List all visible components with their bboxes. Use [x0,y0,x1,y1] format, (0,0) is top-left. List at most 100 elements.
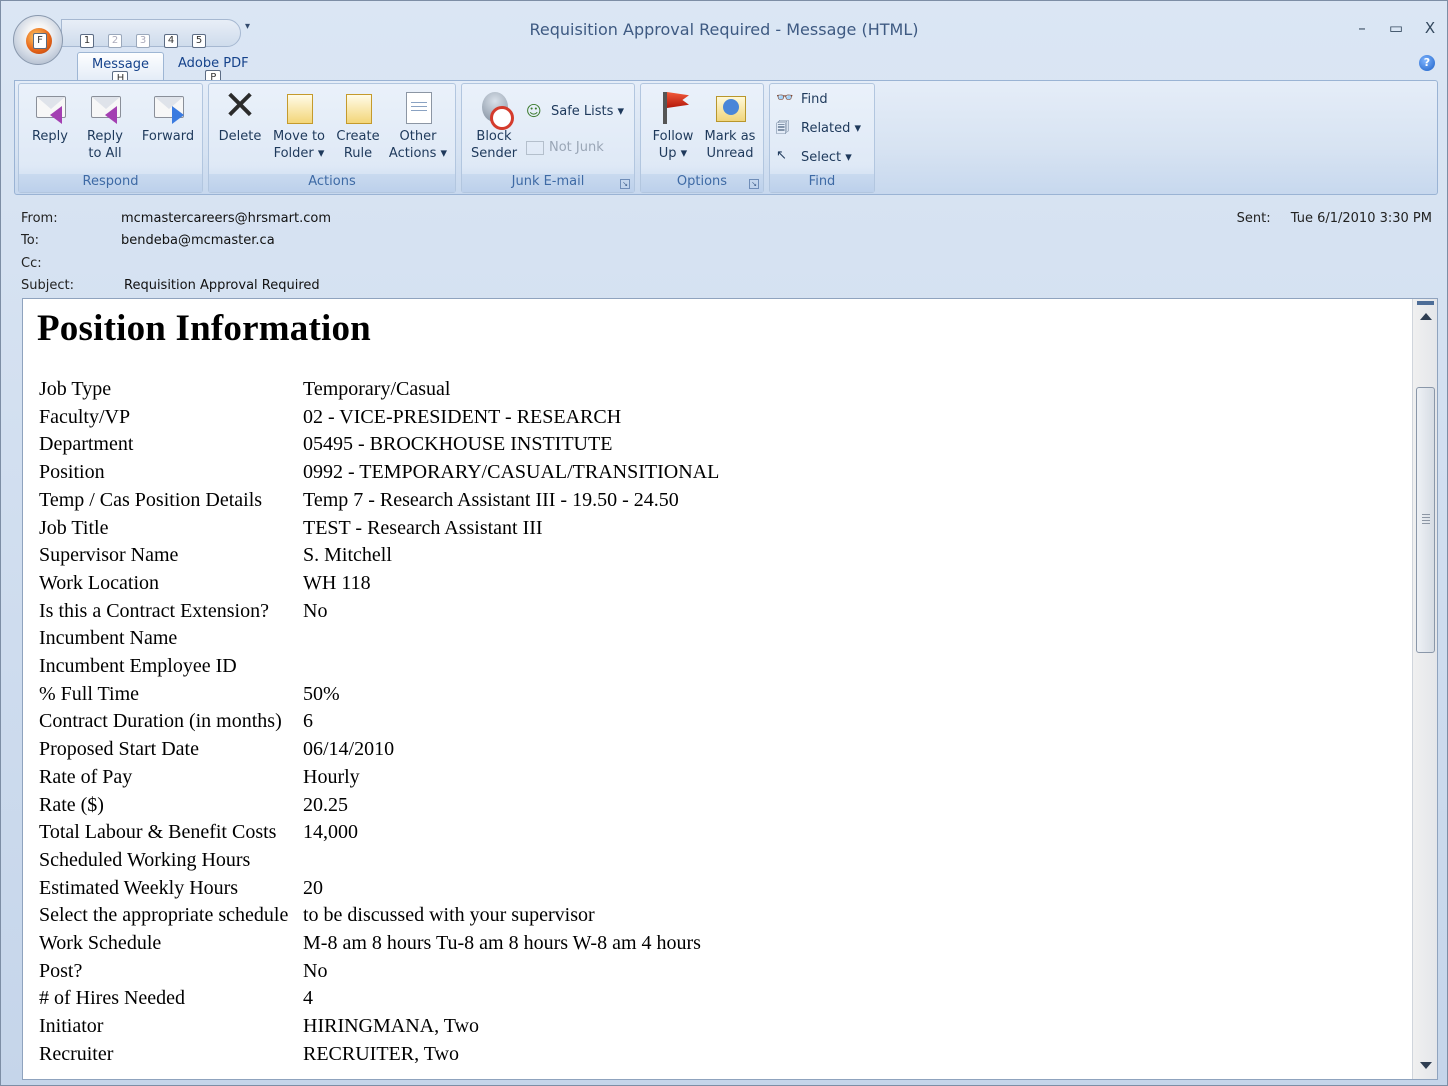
scroll-up-arrow-icon[interactable] [1420,313,1432,320]
table-row: # of Hires Needed 4 [37,985,719,1013]
select-button[interactable]: ↖ Select ▾ [776,148,852,166]
table-row: Total Labour & Benefit Costs 14,000 [37,819,719,847]
field-value: 0992 - TEMPORARY/CASUAL/TRANSITIONAL [303,461,720,484]
office-button[interactable]: F [13,15,63,65]
mark-unread-icon [712,88,748,124]
field-label: % Full Time [39,682,140,705]
field-label: Department [39,433,134,456]
scroll-grip-icon [1422,514,1430,524]
field-label: Post? [39,959,83,982]
field-value: Temp 7 - Research Assistant III - 19.50 … [303,488,679,511]
scroll-down-arrow-icon[interactable] [1420,1062,1432,1069]
reply-all-button[interactable]: Reply to All [81,88,129,162]
field-value: 20 [303,876,323,899]
field-label: Work Location [39,571,160,594]
follow-up-button[interactable]: Follow Up ▾ [645,88,701,162]
not-junk-button[interactable]: Not Junk [526,140,604,155]
field-value: 14,000 [303,821,358,844]
field-value: No [303,959,328,982]
reply-button[interactable]: Reply [27,88,73,145]
field-value: HIRINGMANA, Two [303,1015,480,1038]
field-value: 6 [303,710,313,733]
field-label: Rate ($) [39,793,104,816]
table-row: Job Title TEST - Research Assistant III [37,515,719,543]
to-row: To: bendeba@mcmaster.ca [21,233,275,248]
find-button[interactable]: 👓 Find [776,90,828,108]
split-handle[interactable] [1417,301,1434,305]
from-value[interactable]: mcmastercareers@hrsmart.com [121,211,331,226]
message-content: Position Information Job Type Temporary/C… [37,305,1407,1069]
close-button[interactable]: X [1421,19,1439,37]
field-value: 06/14/2010 [303,738,395,761]
other-actions-button[interactable]: Other Actions ▾ [385,88,451,162]
safe-lists-button[interactable]: ☺ Safe Lists ▾ [526,102,624,120]
table-row: Supervisor Name S. Mitchell [37,542,719,570]
field-label: Is this a Contract Extension? [39,599,269,622]
find-group: 👓 Find 🗐 Related ▾ ↖ Select ▾ Find [769,83,875,193]
table-row: Recruiter RECRUITER, Two [37,1041,719,1069]
cc-row: Cc: [21,256,121,271]
forward-icon [150,88,186,124]
forward-button[interactable]: Forward [137,88,199,145]
table-row: Rate ($) 20.25 [37,792,719,820]
delete-button[interactable]: ✕ Delete [215,83,265,145]
table-row: Select the appropriate schedule to be dis… [37,902,719,930]
table-row: Rate of Pay Hourly [37,764,719,792]
subject-label: Subject: [21,278,74,293]
cursor-icon: ↖ [776,148,787,163]
block-sender-button[interactable]: Block Sender [466,88,522,162]
other-actions-icon [400,88,436,124]
message-body[interactable]: Position Information Job Type Temporary/C… [22,298,1438,1080]
actions-group: ✕ Delete Move to Folder ▾ Create Rule Ot… [208,83,456,193]
junk-email-launcher-icon[interactable]: ↘ [620,179,630,189]
to-value[interactable]: bendeba@mcmaster.ca [121,233,275,248]
table-row: Scheduled Working Hours [37,847,719,875]
table-row: Initiator HIRINGMANA, Two [37,1013,719,1041]
junk-email-group-label: Junk E-mail ↘ [462,174,634,192]
ribbon: Reply Reply to All Forward Respond ✕ Del… [14,80,1438,195]
reply-all-icon [87,88,123,124]
follow-up-flag-icon [655,88,691,124]
related-icon: 🗐 [776,121,789,136]
mark-as-unread-button[interactable]: Mark as Unread [701,88,759,162]
field-label: Job Type [39,378,112,400]
minimize-button[interactable]: – [1353,19,1371,37]
field-label: Total Labour & Benefit Costs [39,821,277,844]
subject-row: Subject: Requisition Approval Required [21,278,320,293]
junk-email-group: Block Sender ☺ Safe Lists ▾ Not Junk Jun… [461,83,635,193]
field-value: TEST - Research Assistant III [303,516,543,539]
table-row: Temp / Cas Position Details Temp 7 - Rese… [37,487,719,515]
table-row: Department 05495 - BROCKHOUSE INSTITUTE [37,431,719,459]
field-value: 50% [303,682,340,705]
scroll-thumb[interactable] [1416,387,1435,653]
field-label: Estimated Weekly Hours [39,876,239,899]
help-icon[interactable]: ? [1419,55,1435,71]
delete-x-icon: ✕ [223,83,257,129]
field-label: Scheduled Working Hours [39,848,251,871]
table-row: Job Type Temporary/Casual [37,376,719,404]
field-value: Temporary/Casual [303,378,451,400]
tab-message[interactable]: Message H [77,52,164,87]
field-value: WH 118 [303,571,371,594]
table-row: Post? No [37,958,719,986]
sent-row: Sent: Tue 6/1/2010 3:30 PM [1237,211,1432,226]
create-rule-button[interactable]: Create Rule [331,88,385,162]
options-launcher-icon[interactable]: ↘ [749,179,759,189]
field-value: S. Mitchell [303,544,392,567]
field-label: # of Hires Needed [39,987,186,1010]
maximize-button[interactable]: ▭ [1387,19,1405,37]
tab-message-label: Message [92,57,149,72]
tab-adobe-pdf[interactable]: Adobe PDF P [164,52,263,86]
vertical-scrollbar[interactable] [1412,299,1437,1079]
safe-lists-icon: ☺ [526,102,542,120]
related-button[interactable]: 🗐 Related ▾ [776,119,861,137]
reply-icon [32,88,68,124]
field-value: Hourly [303,765,360,788]
office-button-keytip: F [33,33,47,49]
field-label: Temp / Cas Position Details [39,488,263,511]
options-group-label: Options ↘ [641,174,763,192]
move-to-folder-button[interactable]: Move to Folder ▾ [269,88,329,162]
field-label: Contract Duration (in months) [39,710,282,733]
table-row: % Full Time 50% [37,681,719,709]
field-value: 02 - VICE-PRESIDENT - RESEARCH [303,405,622,428]
